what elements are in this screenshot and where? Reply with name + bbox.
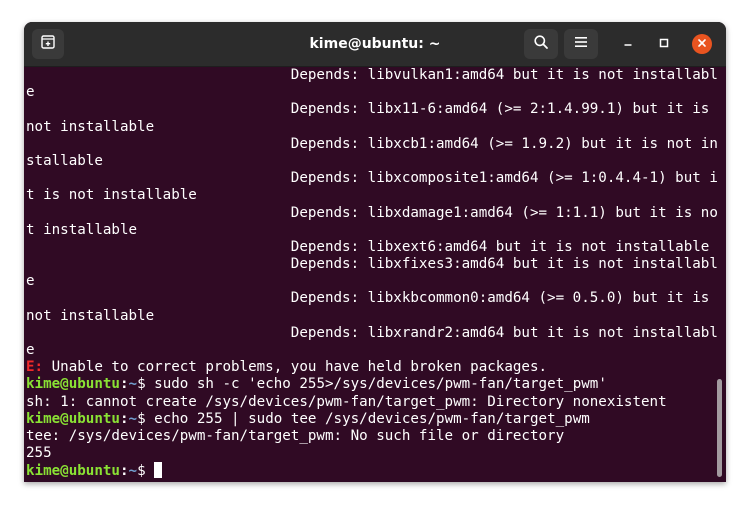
terminal-output[interactable]: Depends: libvulkan1:amd64 but it is not …: [24, 67, 726, 482]
prompt-separator: :: [119, 463, 129, 480]
scrollbar[interactable]: [716, 67, 724, 482]
command-text: echo 255 | sudo tee /sys/devices/pwm-fan…: [154, 410, 590, 427]
hamburger-menu-icon: [574, 35, 588, 54]
prompt-symbol: $: [137, 463, 155, 480]
prompt-user-host: kime@ubuntu: [26, 376, 120, 393]
search-icon: [533, 34, 549, 55]
error-message: Unable to correct problems, you have hel…: [43, 359, 548, 376]
output-line: e: [26, 84, 35, 101]
output-line: not installable: [26, 118, 155, 135]
error-prefix: E:: [26, 359, 44, 376]
output-line: Depends: libvulkan1:amd64 but it is not …: [26, 67, 718, 83]
active-prompt-line[interactable]: kime@ubuntu:~$: [26, 462, 718, 479]
command-line: kime@ubuntu:~$ echo 255 | sudo tee /sys/…: [26, 411, 718, 428]
output-line: e: [26, 273, 35, 290]
prompt-separator: :: [119, 376, 129, 393]
output-line: Depends: libxcb1:amd64 (>= 1.9.2) but it…: [26, 135, 718, 152]
error-line: E: Unable to correct problems, you have …: [26, 359, 718, 376]
prompt-path: ~: [128, 376, 138, 393]
output-line: not installable: [26, 307, 155, 324]
command-line: kime@ubuntu:~$ sudo sh -c 'echo 255>/sys…: [26, 376, 718, 393]
search-button[interactable]: [524, 29, 558, 59]
minimize-icon: [623, 35, 633, 53]
output-line: Depends: libx11-6:amd64 (>= 2:1.4.99.1) …: [26, 101, 710, 118]
minimize-button[interactable]: [618, 34, 638, 54]
scrollbar-thumb[interactable]: [717, 379, 722, 477]
close-icon: [697, 35, 707, 53]
prompt-symbol: $: [137, 410, 155, 427]
menu-button[interactable]: [564, 29, 598, 59]
output-line: t is not installable: [26, 187, 197, 204]
command-text: sudo sh -c 'echo 255>/sys/devices/pwm-fa…: [154, 376, 607, 393]
prompt-symbol: $: [137, 376, 155, 393]
terminal-lines: Depends: libvulkan1:amd64 but it is not …: [26, 67, 718, 480]
output-line: Depends: libxkbcommon0:amd64 (>= 0.5.0) …: [26, 290, 710, 307]
terminal-window: kime@ubuntu: ~ Depends: libvulkan1:amd64…: [24, 22, 726, 482]
prompt-separator: :: [119, 410, 129, 427]
output-line: tee: /sys/devices/pwm-fan/target_pwm: No…: [26, 427, 565, 444]
prompt-user-host: kime@ubuntu: [26, 463, 120, 480]
new-tab-button[interactable]: [32, 29, 64, 59]
output-line: stallable: [26, 152, 103, 169]
output-line: sh: 1: cannot create /sys/devices/pwm-fa…: [26, 393, 667, 410]
output-line: e: [26, 342, 35, 358]
output-line: t installable: [26, 221, 138, 238]
prompt-user-host: kime@ubuntu: [26, 410, 120, 427]
output-line: Depends: libxext6:amd64 but it is not in…: [26, 238, 710, 255]
output-line: Depends: libxcomposite1:amd64 (>= 1:0.4.…: [26, 170, 718, 187]
output-line: Depends: libxdamage1:amd64 (>= 1:1.1) bu…: [26, 204, 718, 221]
maximize-icon: [659, 35, 669, 53]
close-button[interactable]: [692, 34, 712, 54]
output-line: Depends: libxfixes3:amd64 but it is not …: [26, 256, 718, 273]
prompt-path: ~: [128, 410, 138, 427]
output-line: Depends: libxrandr2:amd64 but it is not …: [26, 324, 718, 341]
prompt-path: ~: [128, 463, 138, 480]
new-tab-icon: [40, 34, 56, 55]
output-line: 255: [26, 445, 52, 462]
text-cursor: [154, 462, 163, 479]
maximize-button[interactable]: [654, 34, 674, 54]
title-bar[interactable]: kime@ubuntu: ~: [24, 22, 726, 67]
